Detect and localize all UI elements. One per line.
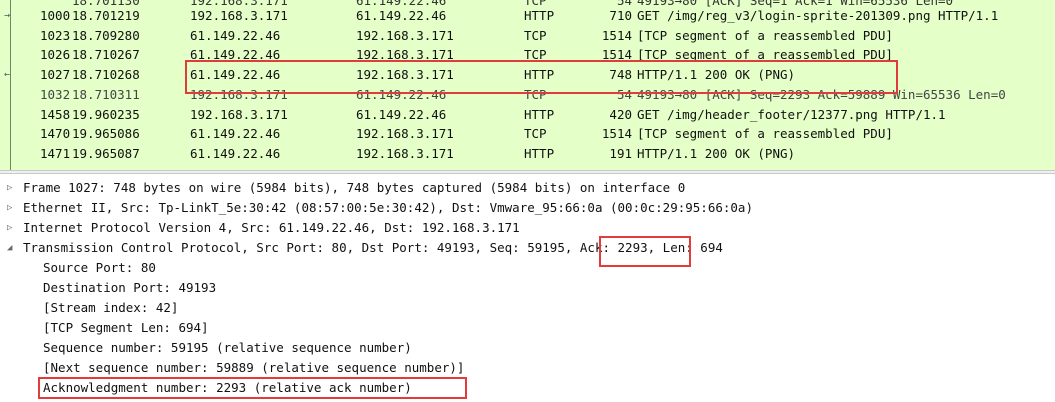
tcp-field-next-sequence-number[interactable]: [Next sequence number: 59889 (relative s… <box>43 358 464 378</box>
length-cell: 1514 <box>601 126 632 142</box>
source-cell: 61.149.22.46 <box>190 47 281 63</box>
info-cell: [TCP segment of a reassembled PDU] <box>637 47 893 63</box>
packet-row-1027[interactable]: ← 1027 18.710268 61.149.22.46 192.168.3.… <box>0 65 1055 85</box>
packet-row[interactable]: 1471 19.965087 61.149.22.46 192.168.3.17… <box>0 144 1055 164</box>
tcp-field-segment-len[interactable]: [TCP Segment Len: 694] <box>43 318 209 338</box>
protocol-cell: TCP <box>524 86 547 102</box>
packet-list[interactable]: 18.701130 192.168.3.171 61.149.22.46 TCP… <box>0 0 1055 170</box>
destination-cell: 192.168.3.171 <box>356 67 454 83</box>
number-cell: 1032 <box>40 86 71 102</box>
length-cell: 710 <box>609 8 632 23</box>
time-cell: 18.710311 <box>72 86 140 102</box>
triangle-right-icon[interactable]: ▷ <box>7 178 12 198</box>
time-cell: 18.710268 <box>72 67 140 83</box>
protocol-cell: HTTP <box>524 67 555 83</box>
packet-details-pane[interactable]: ▷ Frame 1027: 748 bytes on wire (5984 bi… <box>0 176 1055 402</box>
protocol-cell: HTTP <box>524 8 555 23</box>
triangle-right-icon[interactable]: ▷ <box>7 198 12 218</box>
packet-row[interactable]: 1458 19.960235 192.168.3.171 61.149.22.4… <box>0 105 1055 125</box>
time-cell: 19.965086 <box>72 126 140 142</box>
number-cell: 1471 <box>40 145 71 161</box>
tcp-field-stream-index[interactable]: [Stream index: 42] <box>43 298 178 318</box>
triangle-right-icon[interactable]: ▷ <box>7 218 12 238</box>
tree-node-label: Internet Protocol Version 4, Src: 61.149… <box>23 220 520 235</box>
time-cell: 18.701219 <box>72 8 140 23</box>
number-cell: 1027 <box>40 67 71 83</box>
source-cell: 61.149.22.46 <box>190 67 281 83</box>
time-cell: 18.710267 <box>72 47 140 63</box>
destination-cell: 61.149.22.46 <box>356 8 447 23</box>
protocol-cell: TCP <box>524 47 547 63</box>
tree-arrow-icon: → <box>4 10 11 21</box>
tree-node-label: Transmission Control Protocol, Src Port:… <box>23 240 723 255</box>
packet-row[interactable]: 1470 19.965086 61.149.22.46 192.168.3.17… <box>0 124 1055 144</box>
time-cell: 19.965087 <box>72 145 140 161</box>
destination-cell: 61.149.22.46 <box>356 86 447 102</box>
length-cell: 420 <box>609 106 632 122</box>
time-cell: 19.960235 <box>72 106 140 122</box>
packet-row[interactable]: → 1000 18.701219 192.168.3.171 61.149.22… <box>0 6 1055 26</box>
length-cell: 54 <box>616 86 632 102</box>
tcp-field-sequence-number[interactable]: Sequence number: 59195 (relative sequenc… <box>43 338 412 358</box>
triangle-down-icon[interactable]: ◢ <box>7 238 12 258</box>
source-cell: 192.168.3.171 <box>190 106 288 122</box>
pane-splitter[interactable] <box>0 170 1055 174</box>
destination-cell: 192.168.3.171 <box>356 47 454 63</box>
length-cell: 1514 <box>601 27 632 43</box>
length-cell: 748 <box>609 67 632 83</box>
length-cell: 1514 <box>601 47 632 63</box>
number-cell: 1458 <box>40 106 71 122</box>
packet-row[interactable]: 1023 18.709280 61.149.22.46 192.168.3.17… <box>0 26 1055 46</box>
source-cell: 61.149.22.46 <box>190 27 281 43</box>
protocol-cell: TCP <box>524 27 547 43</box>
info-cell: HTTP/1.1 200 OK (PNG) <box>637 145 796 161</box>
info-cell: 49193→80 [ACK] Seq=2293 Ack=59889 Win=65… <box>637 86 1006 102</box>
source-cell: 192.168.3.171 <box>190 86 288 102</box>
destination-cell: 192.168.3.171 <box>356 145 454 161</box>
number-cell: 1000 <box>40 8 71 23</box>
packet-row[interactable]: 1026 18.710267 61.149.22.46 192.168.3.17… <box>0 45 1055 65</box>
destination-cell: 192.168.3.171 <box>356 27 454 43</box>
number-cell: 1026 <box>40 47 71 63</box>
length-cell: 191 <box>609 145 632 161</box>
protocol-cell: HTTP <box>524 106 555 122</box>
packet-row[interactable]: 1032 18.710311 192.168.3.171 61.149.22.4… <box>0 85 1055 105</box>
source-cell: 61.149.22.46 <box>190 126 281 142</box>
source-cell: 61.149.22.46 <box>190 145 281 161</box>
time-cell: 18.709280 <box>72 27 140 43</box>
tcp-field-destination-port[interactable]: Destination Port: 49193 <box>43 278 216 298</box>
info-cell: GET /img/header_footer/12377.png HTTP/1.… <box>637 106 946 122</box>
info-cell: HTTP/1.1 200 OK (PNG) <box>637 67 796 83</box>
tree-arrow-icon: ← <box>4 69 11 81</box>
tcp-field-acknowledgment-number[interactable]: Acknowledgment number: 2293 (relative ac… <box>43 378 412 398</box>
info-cell: [TCP segment of a reassembled PDU] <box>637 27 893 43</box>
tcp-field-source-port[interactable]: Source Port: 80 <box>43 258 156 278</box>
destination-cell: 192.168.3.171 <box>356 126 454 142</box>
info-cell: GET /img/reg_v3/login-sprite-201309.png … <box>637 8 999 23</box>
protocol-cell: HTTP <box>524 145 555 161</box>
protocol-cell: TCP <box>524 126 547 142</box>
number-cell: 1023 <box>40 27 71 43</box>
source-cell: 192.168.3.171 <box>190 8 288 23</box>
tree-node-label: Ethernet II, Src: Tp-LinkT_5e:30:42 (08:… <box>23 200 753 215</box>
destination-cell: 61.149.22.46 <box>356 106 447 122</box>
info-cell: [TCP segment of a reassembled PDU] <box>637 126 893 142</box>
tree-node-label: Frame 1027: 748 bytes on wire (5984 bits… <box>23 180 686 195</box>
number-cell: 1470 <box>40 126 71 142</box>
